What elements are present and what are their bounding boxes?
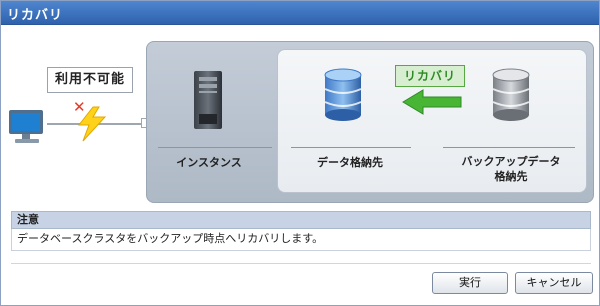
left-arrow-icon (402, 89, 462, 115)
data-dest-separator (291, 147, 411, 148)
dialog-title: リカバリ (7, 8, 64, 23)
divider (11, 263, 591, 264)
unavailable-label: 利用不可能 (47, 67, 133, 93)
title-bar: リカバリ (1, 1, 599, 25)
instance-label: インスタンス (176, 156, 242, 169)
recovery-dialog: リカバリ 利用不可能 ✕ インスタンス データ格納先 リカバリ バックアップデー… (0, 0, 600, 306)
recovery-badge: リカバリ (395, 65, 465, 87)
note-header: 注意 (11, 211, 591, 229)
error-x-icon: ✕ (73, 98, 86, 116)
cancel-button[interactable]: キャンセル (515, 272, 593, 294)
server-icon (194, 71, 222, 129)
note-text: データベースクラスタをバックアップ時点へリカバリします。 (11, 229, 591, 251)
data-destination-label: データ格納先 (317, 156, 383, 169)
instance-separator (158, 147, 272, 148)
run-button[interactable]: 実行 (432, 272, 508, 294)
backup-label-line2: 格納先 (494, 170, 528, 183)
data-database-icon (324, 68, 362, 121)
client-computer-icon (9, 110, 43, 143)
backup-separator (443, 147, 575, 148)
backup-label-line1: バックアップデータ (461, 155, 561, 168)
backup-database-icon (492, 68, 530, 121)
backup-destination-label: バックアップデータ 格納先 (451, 154, 571, 184)
